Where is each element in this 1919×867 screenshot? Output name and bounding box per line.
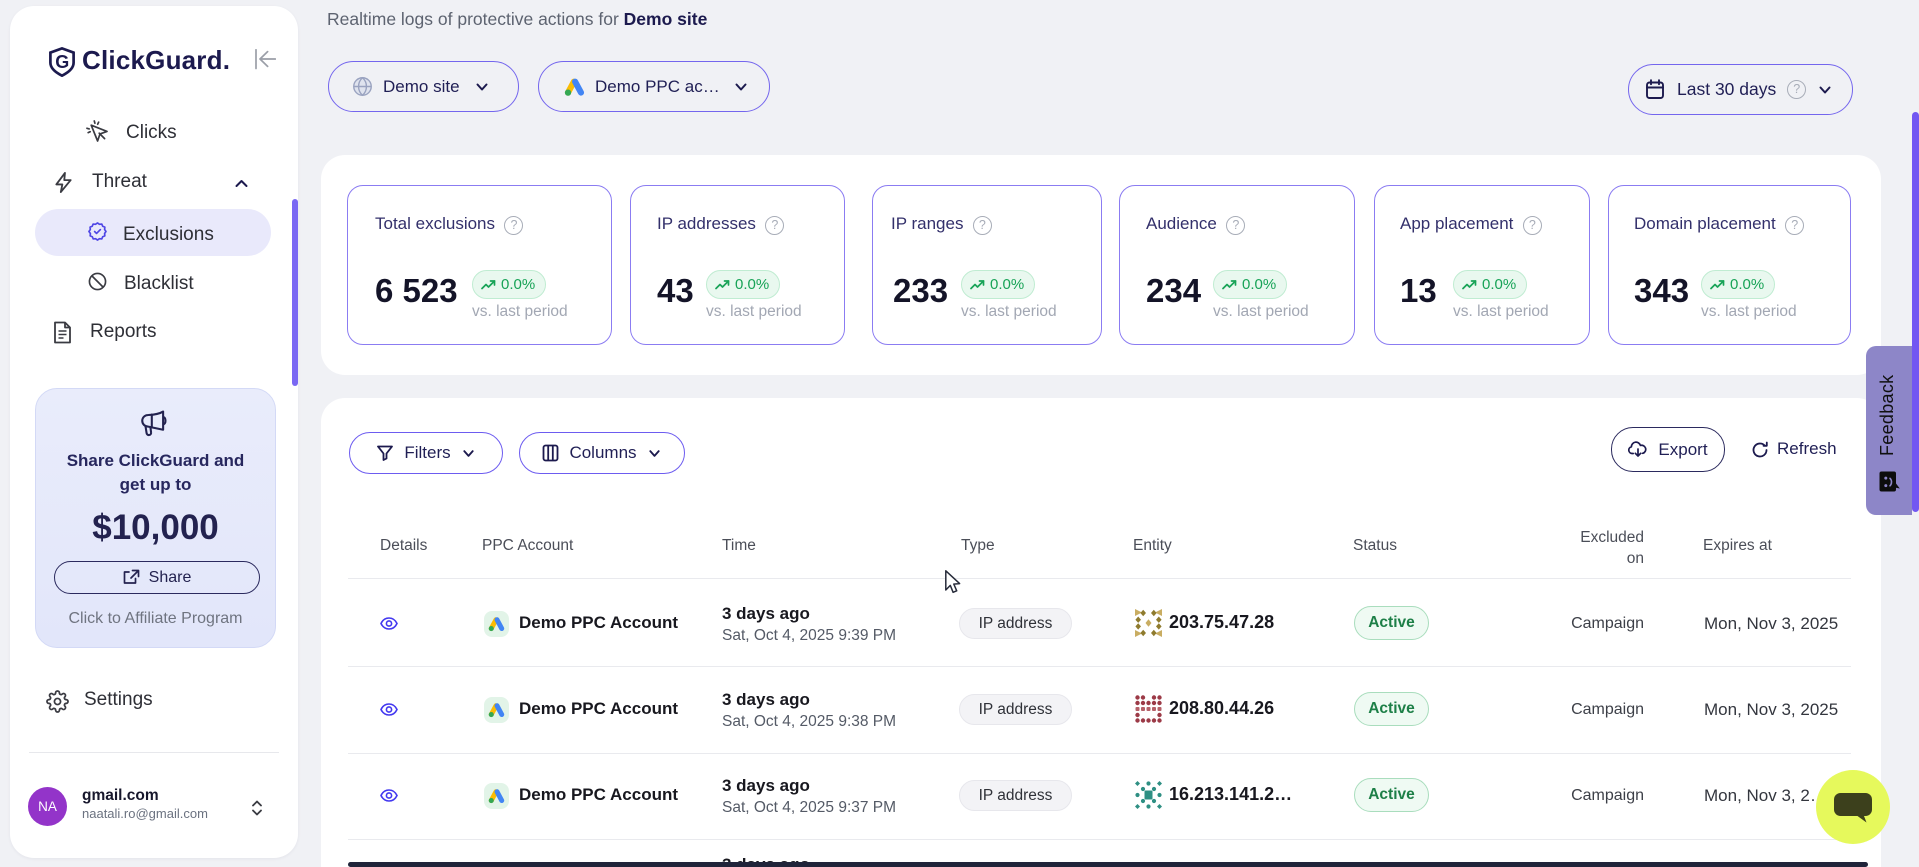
svg-text:G: G <box>55 52 69 72</box>
